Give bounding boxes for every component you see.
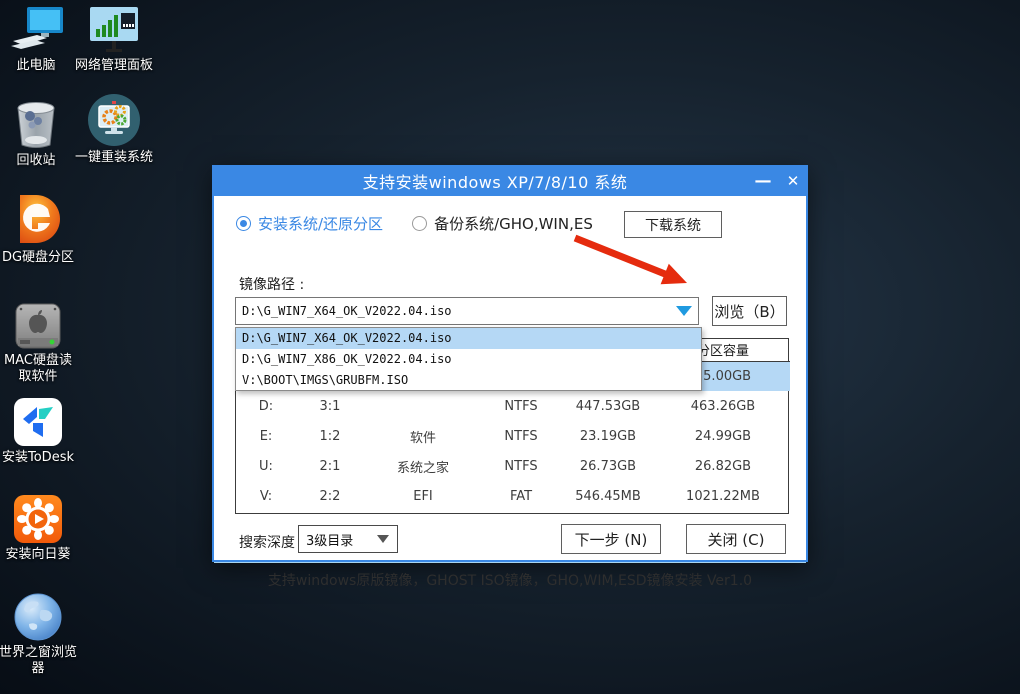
chevron-down-icon[interactable]	[676, 306, 692, 316]
icon-label: DG硬盘分区	[2, 250, 74, 266]
image-path-value: D:\G_WIN7_X64_OK_V2022.04.iso	[236, 304, 676, 318]
search-depth-label: 搜索深度	[239, 532, 295, 552]
search-depth-select[interactable]: 3级目录	[298, 525, 398, 553]
dropdown-item[interactable]: D:\G_WIN7_X86_OK_V2022.04.iso	[236, 349, 701, 370]
cell-used: 23.19GB	[560, 421, 656, 451]
desktop-icon-recycle-bin[interactable]: 回收站	[0, 100, 78, 169]
cell-label: EFI	[364, 481, 482, 511]
desktop-icon-network-panel[interactable]: 网络管理面板	[72, 5, 156, 74]
image-path-combobox[interactable]: D:\G_WIN7_X64_OK_V2022.04.iso	[235, 297, 699, 325]
recycle-bin-icon	[12, 100, 60, 150]
one-key-reinstall-icon	[87, 97, 141, 147]
cell-label: 软件	[364, 421, 482, 451]
minimize-button[interactable]: —	[748, 165, 778, 196]
table-row[interactable]: D: 3:1 NTFS 447.53GB 463.26GB	[236, 391, 790, 421]
cell-ratio: 1:2	[296, 421, 364, 451]
backup-radio-label: 备份系统/GHO,WIN,ES	[434, 213, 593, 234]
table-row[interactable]: U: 2:1 系统之家 NTFS 26.73GB 26.82GB	[236, 451, 790, 481]
dialog-titlebar[interactable]: · 支持安装windows XP/7/8/10 系统 — ✕	[212, 165, 808, 196]
mode-radio-group: 安装系统/还原分区 备份系统/GHO,WIN,ES	[236, 213, 593, 234]
dialog-title: 支持安装windows XP/7/8/10 系统	[242, 169, 748, 193]
icon-label: 安装向日葵	[5, 547, 70, 563]
cell-label	[364, 391, 482, 421]
todesk-icon	[13, 397, 63, 447]
cell-used: 447.53GB	[560, 391, 656, 421]
desktop-icon-one-key-reinstall[interactable]: 一键重装系统	[72, 97, 156, 166]
close-window-button[interactable]: ✕	[778, 165, 808, 196]
desktop-icon-mac-disk-reader[interactable]: MAC硬盘读取软件	[0, 300, 80, 386]
install-restore-radio[interactable]	[236, 216, 251, 231]
minimize-icon: —	[755, 171, 772, 191]
world-window-browser-icon	[13, 592, 63, 642]
desktop-icon-todesk[interactable]: 安装ToDesk	[0, 397, 80, 466]
cell-used: 546.45MB	[560, 481, 656, 511]
footer-divider	[214, 562, 806, 563]
cell-drive: V:	[236, 481, 296, 511]
cell-fs: NTFS	[482, 391, 560, 421]
network-panel-icon	[88, 5, 140, 55]
sunflower-icon	[13, 494, 63, 544]
table-row[interactable]: E: 1:2 软件 NTFS 23.19GB 24.99GB	[236, 421, 790, 451]
chevron-down-icon	[377, 535, 389, 543]
icon-label: 安装ToDesk	[2, 450, 74, 466]
cell-used: 26.73GB	[560, 451, 656, 481]
desktop-icon-this-pc[interactable]: 此电脑	[0, 5, 78, 74]
cell-ratio: 2:1	[296, 451, 364, 481]
image-path-dropdown-list: D:\G_WIN7_X64_OK_V2022.04.iso D:\G_WIN7_…	[235, 327, 702, 391]
cell-fs: NTFS	[482, 421, 560, 451]
next-step-button[interactable]: 下一步 (N)	[561, 524, 661, 554]
dropdown-item[interactable]: V:\BOOT\IMGS\GRUBFM.ISO	[236, 370, 701, 391]
icon-label: 网络管理面板	[75, 58, 153, 74]
footer-text: 支持windows原版镜像，GHOST ISO镜像，GHO,WIM,ESD镜像安…	[214, 570, 806, 590]
dg-partition-icon	[12, 197, 64, 247]
icon-label: 回收站	[16, 153, 55, 169]
desktop-icon-dg-partition[interactable]: DG硬盘分区	[0, 197, 80, 266]
cell-fs: FAT	[482, 481, 560, 511]
icon-label: 世界之窗浏览器	[0, 645, 77, 678]
cell-fs: NTFS	[482, 451, 560, 481]
icon-label: MAC硬盘读取软件	[0, 353, 77, 386]
backup-radio[interactable]	[412, 216, 427, 231]
download-system-button[interactable]: 下载系统	[624, 211, 722, 238]
mac-disk-reader-icon	[14, 300, 62, 350]
install-restore-radio-label: 安装系统/还原分区	[258, 213, 383, 234]
cell-ratio: 2:2	[296, 481, 364, 511]
cell-drive: E:	[236, 421, 296, 451]
close-icon: ✕	[787, 172, 800, 190]
icon-label: 此电脑	[16, 58, 55, 74]
cell-capacity: 24.99GB	[656, 421, 790, 451]
dialog-body: 安装系统/还原分区 备份系统/GHO,WIN,ES 下载系统 镜像路径 : D:…	[214, 196, 806, 560]
cell-capacity: 26.82GB	[656, 451, 790, 481]
search-depth-value: 3级目录	[299, 530, 377, 549]
icon-label: 一键重装系统	[75, 150, 153, 166]
installer-dialog: · 支持安装windows XP/7/8/10 系统 — ✕ 安装系统/还原分区…	[212, 165, 808, 562]
cell-drive: U:	[236, 451, 296, 481]
cell-ratio: 3:1	[296, 391, 364, 421]
desktop-icon-sunflower[interactable]: 安装向日葵	[0, 494, 80, 563]
dropdown-item[interactable]: D:\G_WIN7_X64_OK_V2022.04.iso	[236, 328, 701, 349]
table-row[interactable]: V: 2:2 EFI FAT 546.45MB 1021.22MB	[236, 481, 790, 511]
cell-label: 系统之家	[364, 451, 482, 481]
image-path-label: 镜像路径 :	[239, 274, 304, 294]
close-button[interactable]: 关闭 (C)	[686, 524, 786, 554]
cell-capacity: 463.26GB	[656, 391, 790, 421]
cell-capacity: 1021.22MB	[656, 481, 790, 511]
desktop-icon-world-window-browser[interactable]: 世界之窗浏览器	[0, 592, 80, 678]
this-pc-icon	[7, 5, 65, 55]
browse-button[interactable]: 浏览（B）	[712, 296, 787, 326]
cell-drive: D:	[236, 391, 296, 421]
